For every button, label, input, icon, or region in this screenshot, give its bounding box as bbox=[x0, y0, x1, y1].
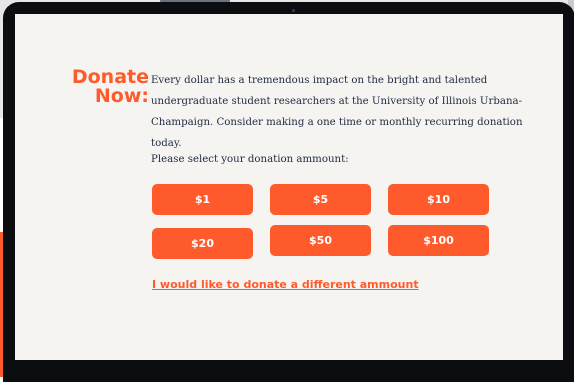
amount-button-100[interactable]: $100 bbox=[388, 225, 489, 256]
amount-button-10[interactable]: $10 bbox=[388, 184, 489, 215]
laptop-bezel: Donate Now: Every dollar has a tremendou… bbox=[3, 2, 574, 382]
amount-button-5[interactable]: $5 bbox=[270, 184, 371, 215]
donate-heading-line2: Now: bbox=[94, 85, 149, 107]
amount-button-1[interactable]: $1 bbox=[152, 184, 253, 215]
amount-button-50[interactable]: $50 bbox=[270, 225, 371, 256]
different-amount-link[interactable]: I would like to donate a different ammou… bbox=[152, 278, 419, 291]
amount-button-20[interactable]: $20 bbox=[152, 228, 253, 259]
select-amount-label: Please select your donation ammount: bbox=[151, 154, 349, 165]
laptop-screen: Donate Now: Every dollar has a tremendou… bbox=[15, 14, 563, 360]
donate-heading: Donate Now: bbox=[39, 68, 149, 106]
camera-dot bbox=[292, 9, 295, 12]
intro-paragraph: Every dollar has a tremendous impact on … bbox=[151, 75, 523, 149]
